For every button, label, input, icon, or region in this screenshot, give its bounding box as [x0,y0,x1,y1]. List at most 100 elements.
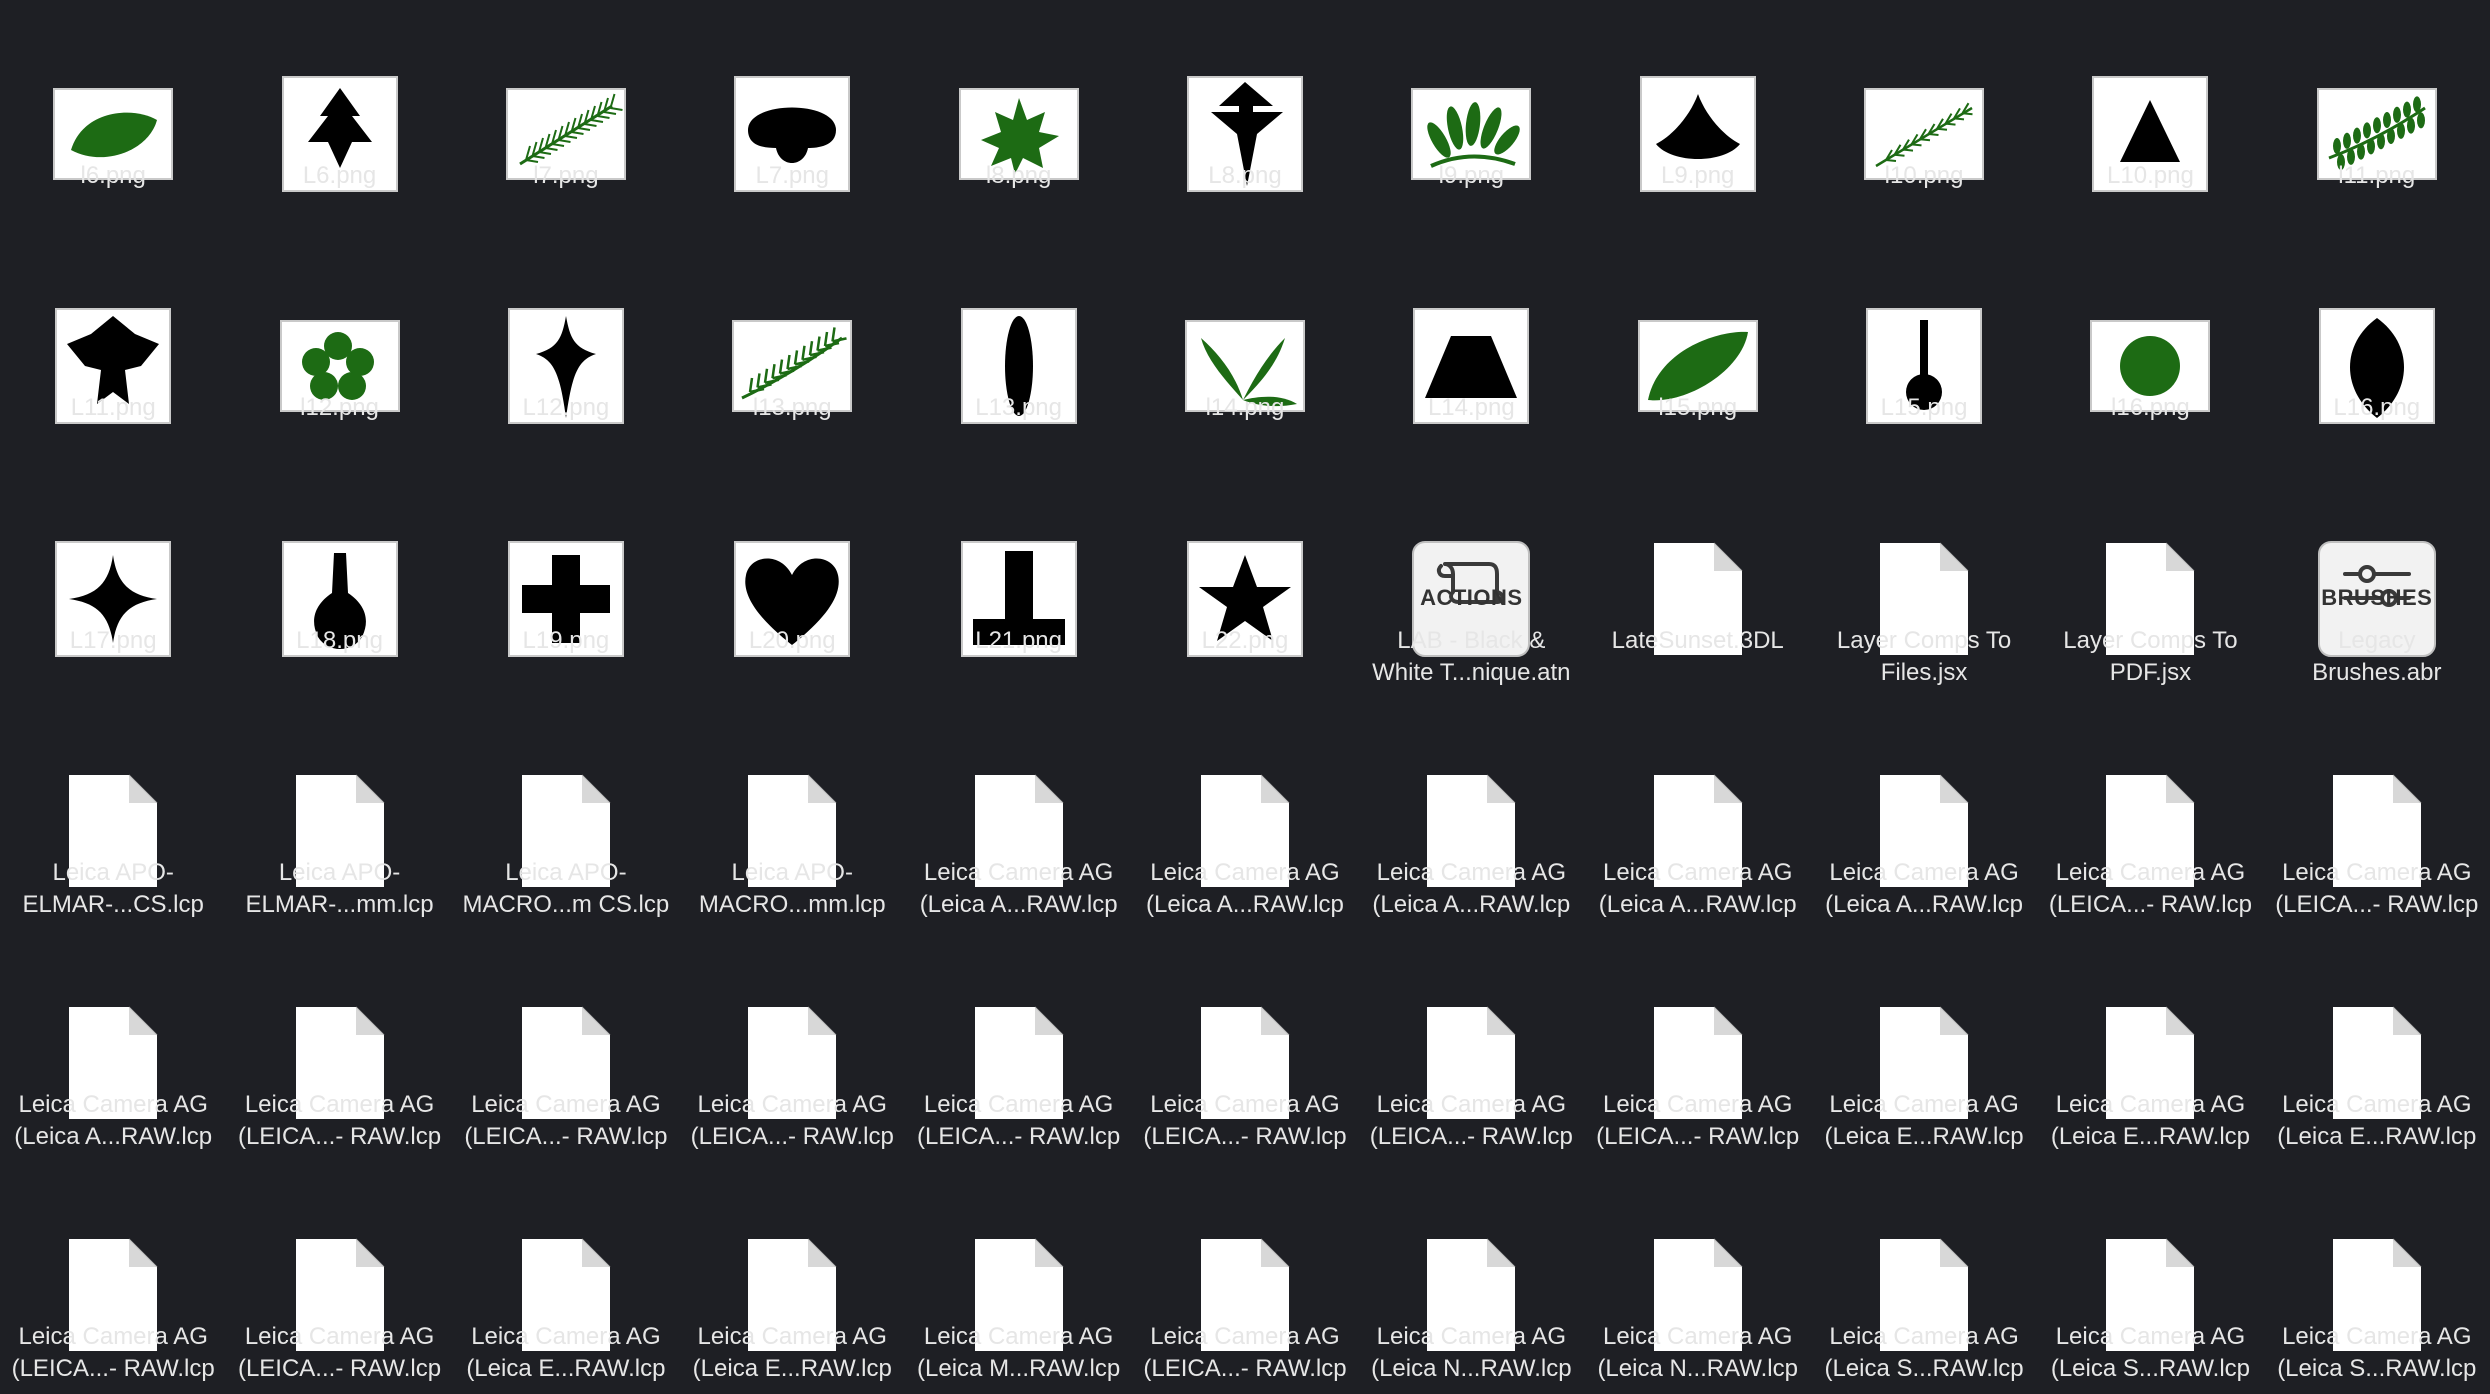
file-name-line: Leica Camera AG [18,1091,208,1119]
file-name-label: L8.png [1132,160,1358,192]
file-name-line: (Leica A...RAW.lcp [1825,890,2023,918]
file-item[interactable]: l13.png [679,232,905,464]
file-name-line: Layer Comps To [1836,626,2012,654]
file-name-label: L22.png [1132,625,1358,657]
file-name-label: l12.png [226,392,452,424]
file-item[interactable]: Leica Camera AG (Leica N...RAW.lcp [1585,1161,1811,1393]
file-item[interactable]: L20.png [679,465,905,697]
file-name-line: LAB - Black & [1397,626,1546,654]
file-item[interactable]: Leica APO- MACRO...mm.lcp [679,697,905,929]
file-item[interactable]: l14.png [1132,232,1358,464]
file-item[interactable]: l15.png [1585,232,1811,464]
file-item[interactable]: Leica APO- MACRO...m CS.lcp [453,697,679,929]
file-name-label: Leica Camera AG (Leica E...RAW.lcp [2037,1089,2263,1153]
file-item[interactable]: L9.png [1585,0,1811,232]
file-item[interactable]: Leica Camera AG (Leica E...RAW.lcp [2264,929,2490,1161]
file-item[interactable]: l9.png [1358,0,1584,232]
file-item[interactable]: L21.png [905,465,1131,697]
file-item[interactable]: Leica Camera AG (LEICA...- RAW.lcp [1132,929,1358,1161]
file-item[interactable]: Leica Camera AG (Leica E...RAW.lcp [2037,929,2263,1161]
file-name-label: Leica Camera AG (LEICA...- RAW.lcp [905,1089,1131,1153]
file-item[interactable]: L14.png [1358,232,1584,464]
file-item[interactable]: Leica Camera AG (LEICA...- RAW.lcp [679,929,905,1161]
file-item[interactable]: L16.png [2264,232,2490,464]
file-name-line: LateSunset.3DL [1611,626,1784,654]
file-item[interactable]: L15.png [1811,232,2037,464]
file-item[interactable]: L22.png [1132,465,1358,697]
file-item[interactable]: L11.png [0,232,226,464]
file-item[interactable]: Leica Camera AG (Leica E...RAW.lcp [453,1161,679,1393]
file-item[interactable]: Leica Camera AG (LEICA...- RAW.lcp [905,929,1131,1161]
file-item[interactable]: L17.png [0,465,226,697]
file-item[interactable]: Leica Camera AG (LEICA...- RAW.lcp [226,929,452,1161]
file-name-line: Leica Camera AG [923,858,1114,886]
file-item[interactable]: L8.png [1132,0,1358,232]
file-item[interactable]: Leica Camera AG (LEICA...- RAW.lcp [1585,929,1811,1161]
file-item[interactable]: Layer Comps To PDF.jsx [2037,465,2263,697]
file-item[interactable]: L7.png [679,0,905,232]
file-name-label: Leica Camera AG (Leica E...RAW.lcp [1811,1089,2037,1153]
file-name-label: LAB - Black & White T...nique.atn [1358,625,1584,689]
file-name-line: L12.png [522,394,610,422]
file-name-line: l9.png [1438,162,1505,189]
file-item[interactable]: Leica Camera AG (Leica S...RAW.lcp [1811,1161,2037,1393]
file-item[interactable]: l12.png [226,232,452,464]
file-name-line: Leica Camera AG [2282,858,2472,886]
file-item[interactable]: Leica Camera AG (Leica S...RAW.lcp [2037,1161,2263,1393]
file-name-label: L7.png [679,160,905,192]
file-item[interactable]: l6.png [0,0,226,232]
file-item[interactable]: Leica Camera AG (Leica E...RAW.lcp [1811,929,2037,1161]
file-name-line: L10.png [2107,162,2194,189]
file-item[interactable]: Leica Camera AG (LEICA...- RAW.lcp [2264,697,2490,929]
file-name-label: L12.png [453,392,679,424]
file-name-line: L17.png [69,626,157,654]
file-item[interactable]: L13.png [905,232,1131,464]
file-item[interactable]: Leica Camera AG (Leica M...RAW.lcp [905,1161,1131,1393]
file-item[interactable]: Leica APO- ELMAR-...mm.lcp [226,697,452,929]
file-item[interactable]: ACTIONS LAB - Black & White T...nique.atn [1358,465,1584,697]
file-name-line: Leica Camera AG [2055,1323,2246,1351]
file-item[interactable]: l11.png [2264,0,2490,232]
file-item[interactable]: Leica Camera AG (Leica S...RAW.lcp [2264,1161,2490,1393]
file-name-label: l9.png [1358,160,1584,192]
file-name-line: (LEICA...- RAW.lcp [917,1123,1121,1151]
file-item[interactable]: Leica Camera AG (LEICA...- RAW.lcp [453,929,679,1161]
file-item[interactable]: L18.png [226,465,452,697]
file-item[interactable]: Layer Comps To Files.jsx [1811,465,2037,697]
file-name-line: Leica Camera AG [923,1091,1114,1119]
file-name-line: Leica Camera AG [1150,858,1340,886]
file-item[interactable]: Leica Camera AG (Leica A...RAW.lcp [0,929,226,1161]
file-name-label: Layer Comps To Files.jsx [1811,625,2037,689]
file-item[interactable]: Leica Camera AG (Leica A...RAW.lcp [1132,697,1358,929]
file-item[interactable]: LateSunset.3DL [1585,465,1811,697]
file-item[interactable]: Leica Camera AG (Leica A...RAW.lcp [1811,697,2037,929]
file-item[interactable]: Leica Camera AG (LEICA...- RAW.lcp [0,1161,226,1393]
file-item[interactable]: Leica Camera AG (LEICA...- RAW.lcp [1358,929,1584,1161]
file-item[interactable]: L19.png [453,465,679,697]
file-name-line: MACRO...mm.lcp [698,890,886,918]
file-item[interactable]: l8.png [905,0,1131,232]
file-name-label: L13.png [905,392,1131,424]
file-name-line: (Leica N...RAW.lcp [1597,1355,1798,1383]
file-item[interactable]: Leica APO- ELMAR-...CS.lcp [0,697,226,929]
file-item[interactable]: Leica Camera AG (Leica A...RAW.lcp [1358,697,1584,929]
file-name-line: (LEICA...- RAW.lcp [2275,890,2479,918]
file-item[interactable]: Leica Camera AG (LEICA...- RAW.lcp [1132,1161,1358,1393]
file-item[interactable]: Leica Camera AG (LEICA...- RAW.lcp [226,1161,452,1393]
file-item[interactable]: Leica Camera AG (LEICA...- RAW.lcp [2037,697,2263,929]
file-item[interactable]: BRUSHES Legacy Brushes.abr [2264,465,2490,697]
file-name-line: Legacy [2338,626,2416,654]
file-name-line: (Leica E...RAW.lcp [466,1355,666,1383]
file-item[interactable]: Leica Camera AG (Leica N...RAW.lcp [1358,1161,1584,1393]
file-item[interactable]: Leica Camera AG (Leica A...RAW.lcp [905,697,1131,929]
file-name-label: Leica APO- MACRO...m CS.lcp [453,857,679,921]
file-item[interactable]: L12.png [453,232,679,464]
file-name-line: L7.png [755,162,829,189]
file-item[interactable]: l10.png [1811,0,2037,232]
file-item[interactable]: L10.png [2037,0,2263,232]
file-item[interactable]: l7.png [453,0,679,232]
file-item[interactable]: L6.png [226,0,452,232]
file-item[interactable]: Leica Camera AG (Leica E...RAW.lcp [679,1161,905,1393]
file-item[interactable]: Leica Camera AG (Leica A...RAW.lcp [1585,697,1811,929]
file-item[interactable]: l16.png [2037,232,2263,464]
